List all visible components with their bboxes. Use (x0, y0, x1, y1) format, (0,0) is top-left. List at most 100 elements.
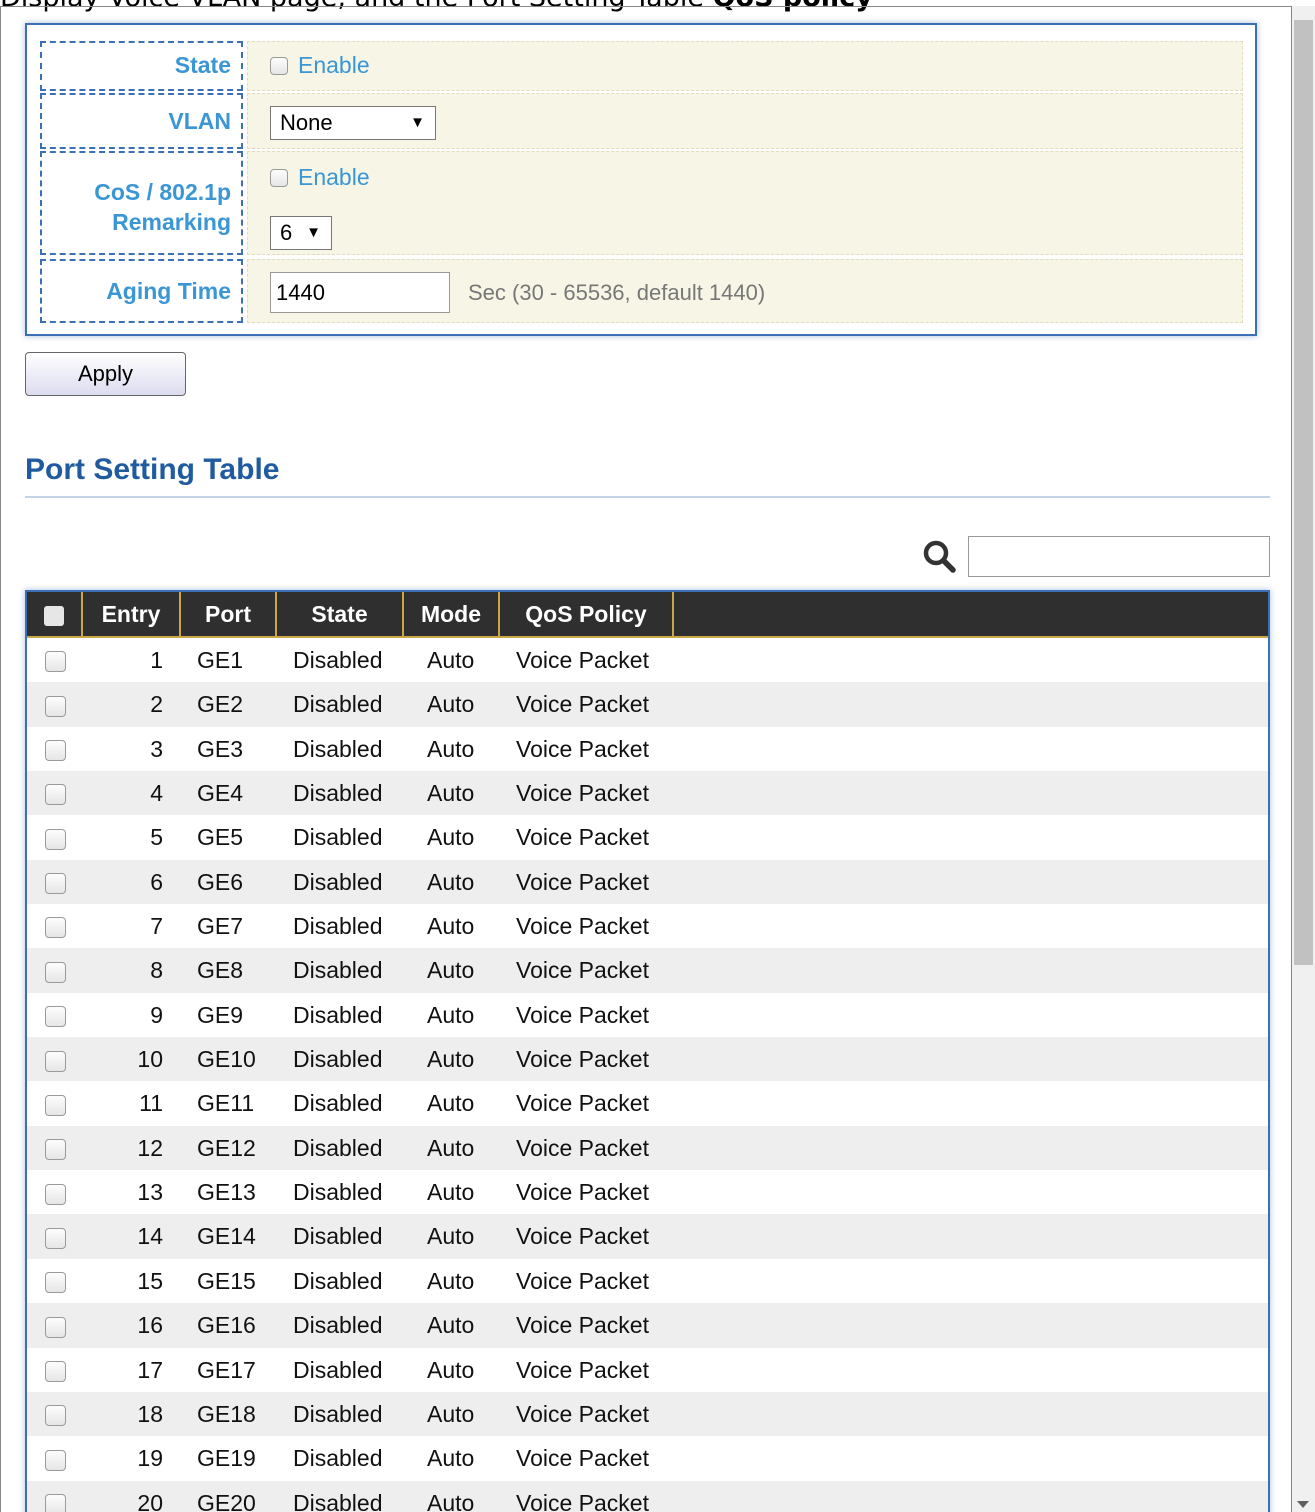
table-row[interactable]: 3 GE3 Disabled Auto Voice Packet (27, 727, 1268, 771)
table-row[interactable]: 11 GE11 Disabled Auto Voice Packet (27, 1081, 1268, 1125)
entry-cell: 19 (137, 1445, 163, 1472)
qos-policy-cell: Voice Packet (516, 1090, 649, 1117)
table-row[interactable]: 8 GE8 Disabled Auto Voice Packet (27, 948, 1268, 993)
search-input[interactable] (968, 536, 1270, 577)
row-checkbox-cell (45, 993, 67, 1037)
table-row[interactable]: 6 GE6 Disabled Auto Voice Packet (27, 859, 1268, 905)
state-cell: Disabled (293, 1001, 383, 1028)
row-checkbox[interactable] (45, 1006, 66, 1028)
select-all-checkbox[interactable] (44, 605, 64, 626)
port-cell: GE19 (197, 1445, 256, 1472)
row-checkbox[interactable] (45, 1316, 66, 1338)
content-frame: State Enable VLAN None ▼ CoS / 802.1p Re… (0, 6, 1292, 1512)
row-checkbox[interactable] (45, 1227, 66, 1249)
column-header-port[interactable]: Port (181, 592, 277, 636)
column-header-mode[interactable]: Mode (404, 592, 500, 636)
row-checkbox[interactable] (45, 1272, 66, 1294)
entry-cell: 4 (150, 780, 163, 807)
table-row[interactable]: 12 GE12 Disabled Auto Voice Packet (27, 1125, 1268, 1171)
port-cell: GE18 (197, 1400, 256, 1427)
cos-enable-checkbox[interactable] (270, 168, 288, 187)
table-row[interactable]: 9 GE9 Disabled Auto Voice Packet (27, 993, 1268, 1037)
row-checkbox-cell (45, 1170, 67, 1214)
search-icon[interactable] (920, 537, 960, 577)
column-header-state[interactable]: State (277, 592, 404, 636)
port-cell: GE5 (197, 824, 244, 851)
state-cell: Disabled (293, 1179, 383, 1206)
port-setting-table: Entry Port State Mode QoS Policy 1 GE1 Dis… (25, 590, 1270, 1512)
entry-cell: 5 (150, 824, 163, 851)
row-checkbox[interactable] (45, 1405, 66, 1427)
state-cell: Disabled (293, 1489, 383, 1512)
table-row[interactable]: 7 GE7 Disabled Auto Voice Packet (27, 904, 1268, 948)
row-checkbox[interactable] (45, 740, 66, 762)
row-checkbox-cell (45, 948, 67, 992)
aging-time-input[interactable]: 1440 (270, 272, 450, 313)
scrollbar-thumb[interactable] (1294, 20, 1313, 965)
vertical-scrollbar[interactable] (1292, 6, 1315, 1512)
table-row[interactable]: 15 GE15 Disabled Auto Voice Packet (27, 1259, 1268, 1303)
section-title: Port Setting Table (25, 453, 280, 486)
column-header-qos-policy[interactable]: QoS Policy (500, 592, 674, 636)
qos-policy-cell: Voice Packet (516, 913, 649, 940)
state-cell: Disabled (293, 868, 383, 895)
table-row[interactable]: 17 GE17 Disabled Auto Voice Packet (27, 1348, 1268, 1392)
table-row[interactable]: 10 GE10 Disabled Auto Voice Packet (27, 1037, 1268, 1082)
table-row[interactable]: 19 GE19 Disabled Auto Voice Packet (27, 1436, 1268, 1480)
state-enable-checkbox[interactable] (270, 56, 288, 75)
apply-button[interactable]: Apply (25, 352, 186, 396)
cos-enable-label[interactable]: Enable (298, 164, 370, 190)
row-checkbox[interactable] (45, 695, 66, 717)
table-row[interactable]: 4 GE4 Disabled Auto Voice Packet (27, 771, 1268, 816)
row-checkbox[interactable] (45, 1493, 66, 1512)
qos-policy-cell: Voice Packet (516, 735, 649, 762)
cos-remarking-row: CoS / 802.1p Remarking Enable 6 ▼ (40, 151, 1243, 255)
table-header: Entry Port State Mode QoS Policy (27, 592, 1268, 638)
entry-cell: 13 (137, 1179, 163, 1206)
row-checkbox[interactable] (45, 1050, 66, 1072)
row-checkbox-cell (45, 1303, 67, 1347)
select-all-header (27, 592, 83, 636)
table-row[interactable]: 14 GE14 Disabled Auto Voice Packet (27, 1214, 1268, 1259)
state-cell: Disabled (293, 1312, 383, 1339)
qos-policy-cell: Voice Packet (516, 1312, 649, 1339)
cos-priority-select[interactable]: 6 ▼ (270, 216, 332, 250)
row-checkbox[interactable] (45, 1360, 66, 1382)
table-row[interactable]: 16 GE16 Disabled Auto Voice Packet (27, 1303, 1268, 1348)
row-checkbox-cell (45, 1259, 67, 1303)
entry-cell: 9 (150, 1001, 163, 1028)
state-cell: Disabled (293, 824, 383, 851)
row-checkbox[interactable] (45, 1094, 66, 1116)
row-checkbox[interactable] (45, 1183, 66, 1205)
table-row[interactable]: 18 GE18 Disabled Auto Voice Packet (27, 1391, 1268, 1437)
state-cell: Disabled (293, 913, 383, 940)
row-checkbox[interactable] (45, 1139, 66, 1161)
table-row[interactable]: 1 GE1 Disabled Auto Voice Packet (27, 638, 1268, 682)
port-cell: GE15 (197, 1267, 256, 1294)
scroll-down-arrow-icon[interactable] (1297, 1501, 1309, 1508)
row-checkbox[interactable] (45, 917, 66, 939)
state-cell: Disabled (293, 1400, 383, 1427)
table-row[interactable]: 20 GE20 Disabled Auto Voice Packet (27, 1480, 1268, 1512)
row-checkbox[interactable] (45, 961, 66, 983)
state-cell: Disabled (293, 1267, 383, 1294)
vlan-select[interactable]: None ▼ (270, 106, 436, 140)
state-enable-label[interactable]: Enable (298, 52, 370, 78)
row-checkbox-cell (45, 1481, 67, 1512)
qos-policy-cell: Voice Packet (516, 868, 649, 895)
qos-policy-cell: Voice Packet (516, 824, 649, 851)
table-row[interactable]: 13 GE13 Disabled Auto Voice Packet (27, 1170, 1268, 1214)
row-checkbox[interactable] (45, 784, 66, 806)
row-checkbox[interactable] (45, 828, 66, 850)
row-checkbox[interactable] (45, 1449, 66, 1471)
aging-time-hint: Sec (30 - 65536, default 1440) (468, 280, 766, 305)
table-row[interactable]: 5 GE5 Disabled Auto Voice Packet (27, 815, 1268, 859)
row-checkbox[interactable] (45, 873, 66, 895)
state-cell: Disabled (293, 957, 383, 984)
mode-cell: Auto (427, 824, 475, 851)
row-checkbox-cell (45, 1081, 67, 1125)
table-row[interactable]: 2 GE2 Disabled Auto Voice Packet (27, 682, 1268, 727)
cos-enable-group: Enable (270, 164, 370, 191)
column-header-entry[interactable]: Entry (83, 592, 181, 636)
row-checkbox[interactable] (45, 651, 66, 673)
